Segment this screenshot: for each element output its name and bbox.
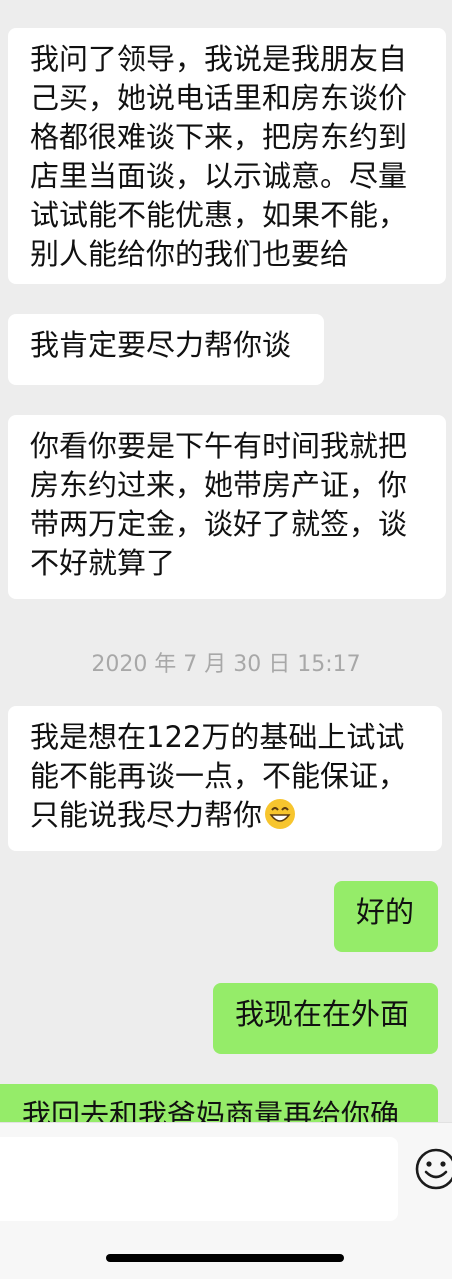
message-input[interactable]: [0, 1137, 398, 1221]
message-bubble-incoming[interactable]: 我肯定要尽力帮你谈: [8, 314, 324, 385]
message-bubble-outgoing[interactable]: 我回去和我爸妈商量再给你确: [0, 1084, 438, 1122]
message-bubble-outgoing[interactable]: 我现在在外面: [213, 983, 438, 1054]
message-bubble-incoming[interactable]: 我是想在122万的基础上试试能不能再谈一点，不能保证，只能说我尽力帮你: [8, 706, 442, 851]
grinning-face-emoji: [265, 799, 296, 829]
message-timestamp: 2020 年 7 月 30 日 15:17: [91, 652, 361, 677]
message-text: 我回去和我爸妈商量再给你确: [22, 1098, 400, 1122]
message-text: 你看你要是下午有时间我就把房东约过来，她带房产证，你带两万定金，谈好了就签，谈不…: [30, 429, 408, 580]
message-bubble-incoming[interactable]: 我问了领导，我说是我朋友自己买，她说电话里和房东谈价格都很难谈下来，把房东约到店…: [8, 28, 446, 284]
message-text: 好的: [356, 895, 415, 929]
smiley-face-icon[interactable]: [414, 1147, 452, 1191]
message-bubble-outgoing[interactable]: 好的: [334, 881, 438, 952]
home-indicator: [106, 1254, 344, 1262]
message-text: 我是想在122万的基础上试试能不能再谈一点，不能保证，只能说我尽力帮你: [30, 720, 408, 832]
message-text: 我肯定要尽力帮你谈: [30, 328, 292, 362]
message-text: 我问了领导，我说是我朋友自己买，她说电话里和房东谈价格都很难谈下来，把房东约到店…: [30, 42, 408, 271]
message-text: 我现在在外面: [235, 997, 410, 1031]
message-bubble-incoming[interactable]: 你看你要是下午有时间我就把房东约过来，她带房产证，你带两万定金，谈好了就签，谈不…: [8, 415, 446, 599]
chat-message-list[interactable]: 我问了领导，我说是我朋友自己买，她说电话里和房东谈价格都很难谈下来，把房东约到店…: [0, 0, 452, 1122]
